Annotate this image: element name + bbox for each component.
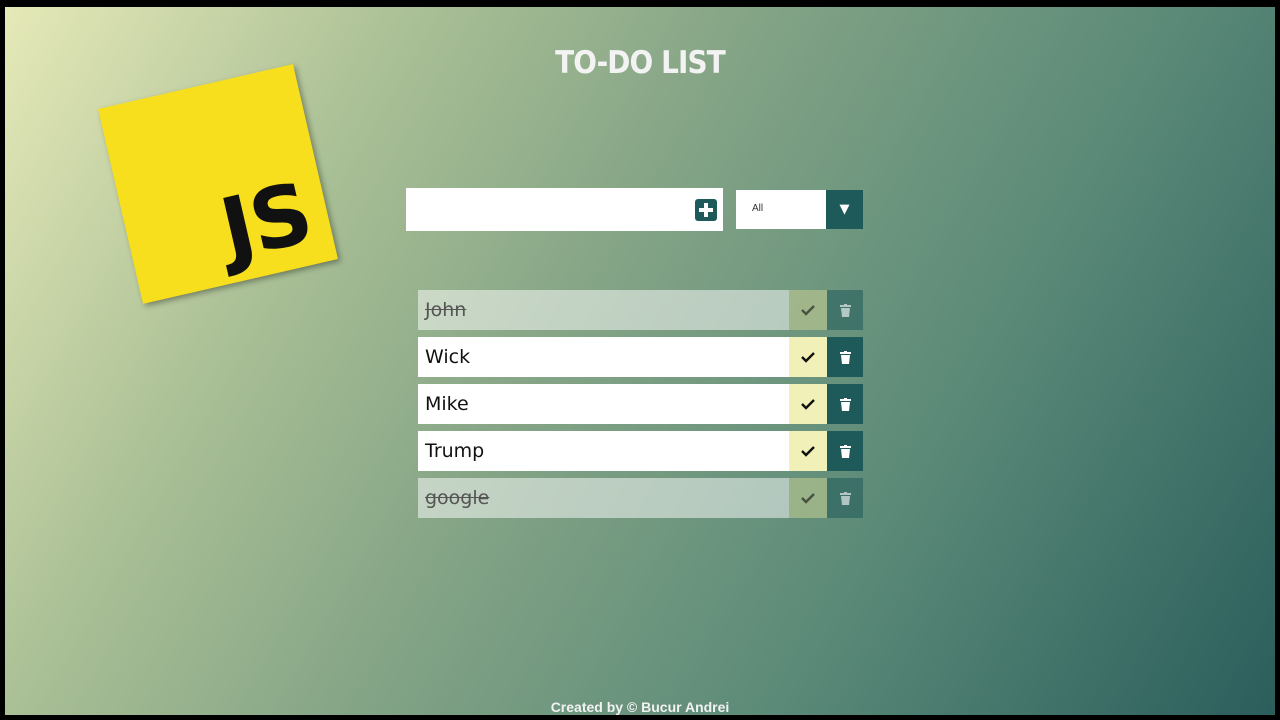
filter-select[interactable]: All ▼ bbox=[736, 190, 863, 229]
js-logo: JS bbox=[98, 64, 338, 304]
todo-input[interactable] bbox=[406, 188, 686, 231]
trash-icon[interactable] bbox=[827, 384, 863, 424]
todo-text: google bbox=[418, 478, 789, 518]
plus-square-icon[interactable] bbox=[695, 199, 717, 221]
todo-item: Mike bbox=[418, 384, 863, 424]
app-background: TO-DO LIST JS All ▼ John Wick Mike Trump… bbox=[5, 7, 1275, 715]
todo-list: John Wick Mike Trump google bbox=[418, 290, 863, 525]
check-icon[interactable] bbox=[789, 431, 827, 471]
check-icon[interactable] bbox=[789, 290, 827, 330]
check-icon[interactable] bbox=[789, 478, 827, 518]
todo-item: Trump bbox=[418, 431, 863, 471]
trash-icon[interactable] bbox=[827, 290, 863, 330]
check-icon[interactable] bbox=[789, 337, 827, 377]
trash-icon[interactable] bbox=[827, 337, 863, 377]
todo-text: Wick bbox=[418, 337, 789, 377]
todo-item: google bbox=[418, 478, 863, 518]
check-icon[interactable] bbox=[789, 384, 827, 424]
todo-text: Mike bbox=[418, 384, 789, 424]
todo-item: Wick bbox=[418, 337, 863, 377]
filter-selected-value: All bbox=[752, 203, 764, 214]
todo-text: John bbox=[418, 290, 789, 330]
trash-icon[interactable] bbox=[827, 431, 863, 471]
caret-down-icon[interactable]: ▼ bbox=[826, 190, 863, 229]
js-logo-text: JS bbox=[211, 163, 320, 279]
todo-text: Trump bbox=[418, 431, 789, 471]
todo-input-container bbox=[406, 188, 723, 231]
trash-icon[interactable] bbox=[827, 478, 863, 518]
todo-item: John bbox=[418, 290, 863, 330]
footer-credit: Created by © Bucur Andrei bbox=[550, 699, 730, 715]
